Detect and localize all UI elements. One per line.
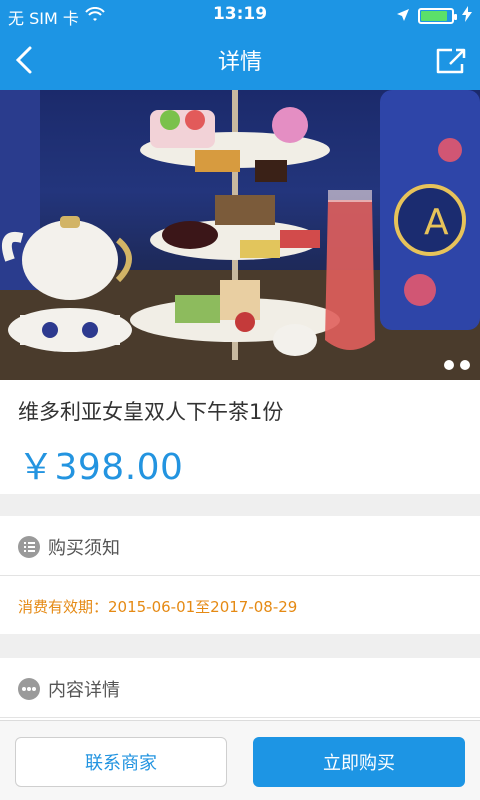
page-title: 详情 [217, 50, 262, 75]
purchase-notice-section: 购买须知 消费有效期：2015-06-01至2017-08-29 [0, 516, 480, 634]
validity-period: 消费有效期：2015-06-01至2017-08-29 [18, 598, 298, 616]
buy-now-button[interactable]: 立即购买 [253, 737, 465, 787]
product-title: 维多利亚女皇双人下午茶1份 [18, 400, 284, 424]
battery-level-fill [421, 11, 447, 21]
status-bar: 无 SIM 卡 13:19 [0, 0, 480, 30]
location-arrow-icon [396, 7, 410, 26]
share-icon [436, 48, 466, 74]
content-details-title: 内容详情 [48, 680, 120, 701]
content-details-section: 内容详情 [0, 658, 480, 720]
status-right [396, 6, 472, 26]
share-button[interactable] [430, 40, 470, 80]
purchase-notice-title: 购买须知 [48, 538, 120, 559]
more-dots-icon [18, 678, 40, 700]
purchase-notice-body: 消费有效期：2015-06-01至2017-08-29 [0, 576, 480, 633]
bottom-action-bar: 联系商家 立即购买 [0, 720, 480, 800]
purchase-notice-header[interactable]: 购买须知 [0, 516, 480, 576]
contact-merchant-button[interactable]: 联系商家 [15, 737, 227, 787]
battery-icon [418, 8, 457, 24]
carousel-indicators [444, 360, 470, 370]
charging-bolt-icon [462, 6, 472, 26]
product-price: ￥398.00 [18, 447, 184, 488]
carousel-dot-2[interactable] [460, 360, 470, 370]
nav-bar: 详情 [0, 30, 480, 90]
svg-text:A: A [424, 202, 449, 243]
product-info: 维多利亚女皇双人下午茶1份 ￥398.00 [0, 380, 480, 494]
carousel-dot-1[interactable] [444, 360, 454, 370]
afternoon-tea-image: A [0, 90, 480, 380]
content-details-header[interactable]: 内容详情 [0, 658, 480, 718]
list-icon [18, 536, 40, 558]
product-image-carousel[interactable]: A [0, 90, 480, 380]
screen: 无 SIM 卡 13:19 详情 A 维多利亚女皇双人下午茶1份 ￥398.00… [0, 0, 480, 800]
